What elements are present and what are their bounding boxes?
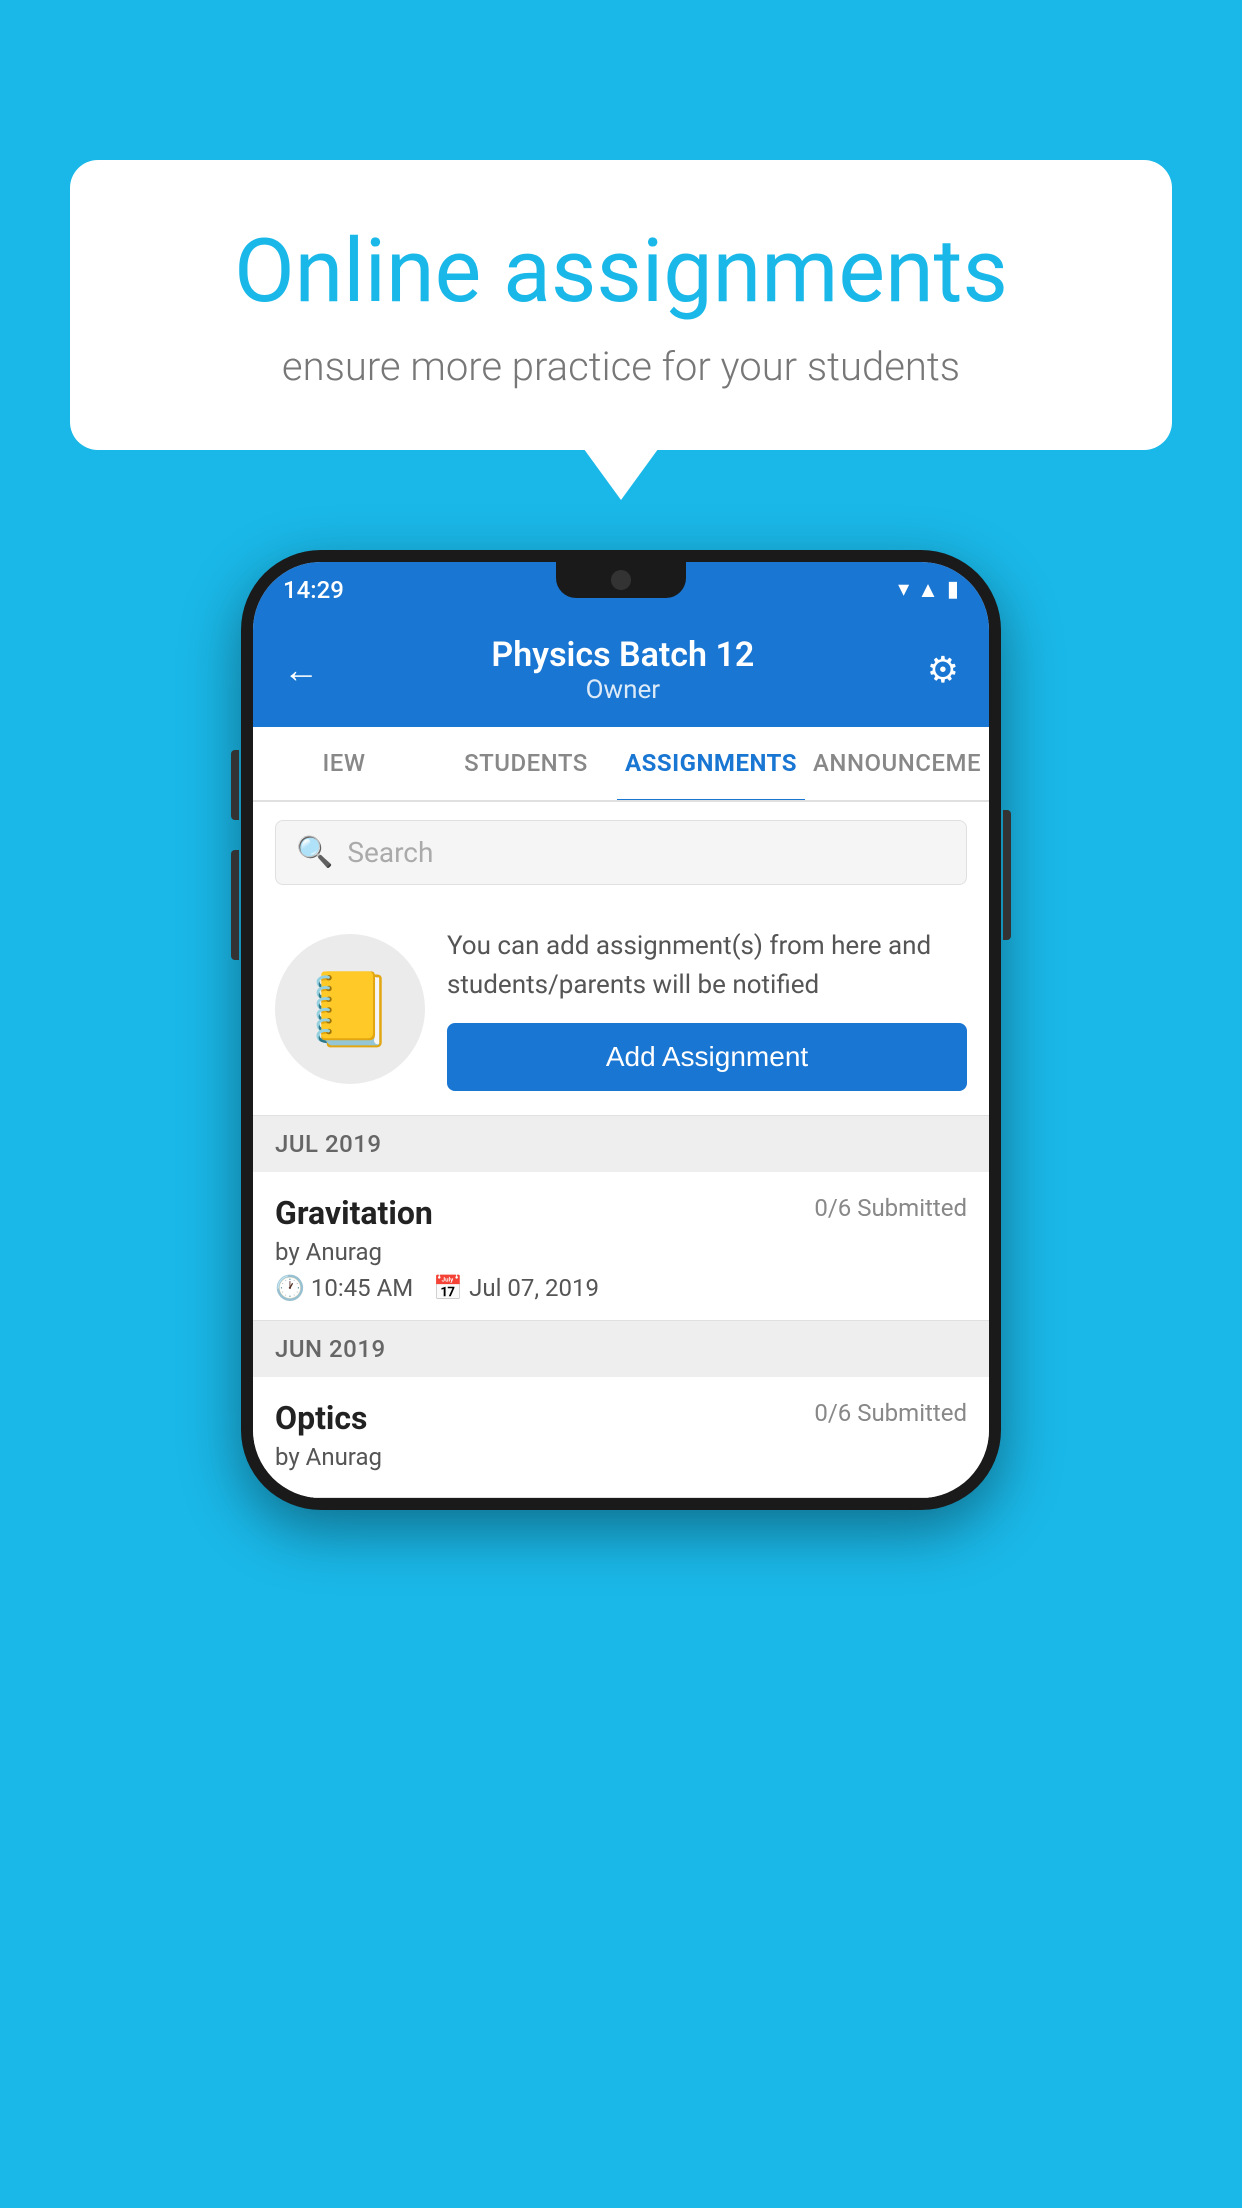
search-icon: 🔍	[296, 835, 333, 870]
phone-notch	[556, 562, 686, 598]
search-input-box[interactable]: 🔍 Search	[275, 820, 967, 885]
batch-title: Physics Batch 12	[491, 635, 754, 675]
wifi-icon: ▾	[898, 577, 909, 602]
tab-assignments[interactable]: ASSIGNMENTS	[617, 727, 805, 802]
power-button	[1003, 810, 1011, 940]
tabs-bar: IEW STUDENTS ASSIGNMENTS ANNOUNCEME	[253, 727, 989, 802]
owner-label: Owner	[491, 675, 754, 705]
assignment-meta-gravitation: 🕐 10:45 AM 📅 Jul 07, 2019	[275, 1274, 967, 1302]
assignment-by-optics: by Anurag	[275, 1443, 967, 1471]
volume-down-button	[231, 850, 239, 960]
speech-bubble: Online assignments ensure more practice …	[70, 160, 1172, 450]
date-meta: 📅 Jul 07, 2019	[433, 1274, 599, 1302]
assignment-gravitation[interactable]: Gravitation 0/6 Submitted by Anurag 🕐 10…	[253, 1172, 989, 1321]
search-placeholder: Search	[347, 836, 433, 869]
notebook-icon: 📒	[305, 967, 395, 1052]
tab-iew[interactable]: IEW	[253, 727, 435, 802]
section-header-jun: JUN 2019	[253, 1321, 989, 1377]
promo-content: You can add assignment(s) from here and …	[447, 927, 967, 1091]
promo-text: You can add assignment(s) from here and …	[447, 927, 967, 1005]
assignment-top-row-optics: Optics 0/6 Submitted	[275, 1399, 967, 1437]
section-month-jun: JUN 2019	[275, 1335, 386, 1363]
section-header-jul: JUL 2019	[253, 1116, 989, 1172]
assignment-time: 10:45 AM	[311, 1274, 413, 1302]
assignment-submitted-gravitation: 0/6 Submitted	[814, 1194, 967, 1222]
battery-icon: ▮	[947, 577, 959, 602]
phone-device: 14:29 ▾ ▲ ▮ ← Physics Batch 12 Owner ⚙ I…	[241, 550, 1001, 1510]
add-assignment-button[interactable]: Add Assignment	[447, 1023, 967, 1091]
assignment-title-gravitation: Gravitation	[275, 1194, 433, 1232]
assignment-title-optics: Optics	[275, 1399, 367, 1437]
back-button[interactable]: ←	[283, 649, 319, 691]
add-assignment-promo: 📒 You can add assignment(s) from here an…	[253, 903, 989, 1116]
phone-wrapper: 14:29 ▾ ▲ ▮ ← Physics Batch 12 Owner ⚙ I…	[241, 550, 1001, 1510]
assignment-submitted-optics: 0/6 Submitted	[814, 1399, 967, 1427]
clock-icon: 🕐	[275, 1274, 305, 1302]
front-camera	[611, 570, 631, 590]
tab-announcements[interactable]: ANNOUNCEME	[805, 727, 989, 802]
search-bar-wrap: 🔍 Search	[253, 802, 989, 903]
header-title-area: Physics Batch 12 Owner	[491, 635, 754, 705]
settings-icon[interactable]: ⚙	[927, 649, 959, 691]
assignment-date: Jul 07, 2019	[469, 1274, 599, 1302]
app-header: ← Physics Batch 12 Owner ⚙	[253, 617, 989, 727]
phone-screen: 14:29 ▾ ▲ ▮ ← Physics Batch 12 Owner ⚙ I…	[253, 562, 989, 1498]
status-time: 14:29	[283, 576, 344, 604]
tab-students[interactable]: STUDENTS	[435, 727, 617, 802]
assignment-optics[interactable]: Optics 0/6 Submitted by Anurag	[253, 1377, 989, 1498]
status-icons: ▾ ▲ ▮	[898, 577, 959, 603]
section-month-jul: JUL 2019	[275, 1130, 382, 1158]
assignment-by-gravitation: by Anurag	[275, 1238, 967, 1266]
signal-icon: ▲	[917, 577, 939, 603]
promo-icon-circle: 📒	[275, 934, 425, 1084]
calendar-icon: 📅	[433, 1274, 463, 1302]
speech-bubble-area: Online assignments ensure more practice …	[70, 160, 1172, 450]
assignment-top-row: Gravitation 0/6 Submitted	[275, 1194, 967, 1232]
bubble-title: Online assignments	[140, 220, 1102, 323]
bubble-subtitle: ensure more practice for your students	[140, 343, 1102, 390]
volume-up-button	[231, 750, 239, 820]
time-meta: 🕐 10:45 AM	[275, 1274, 413, 1302]
